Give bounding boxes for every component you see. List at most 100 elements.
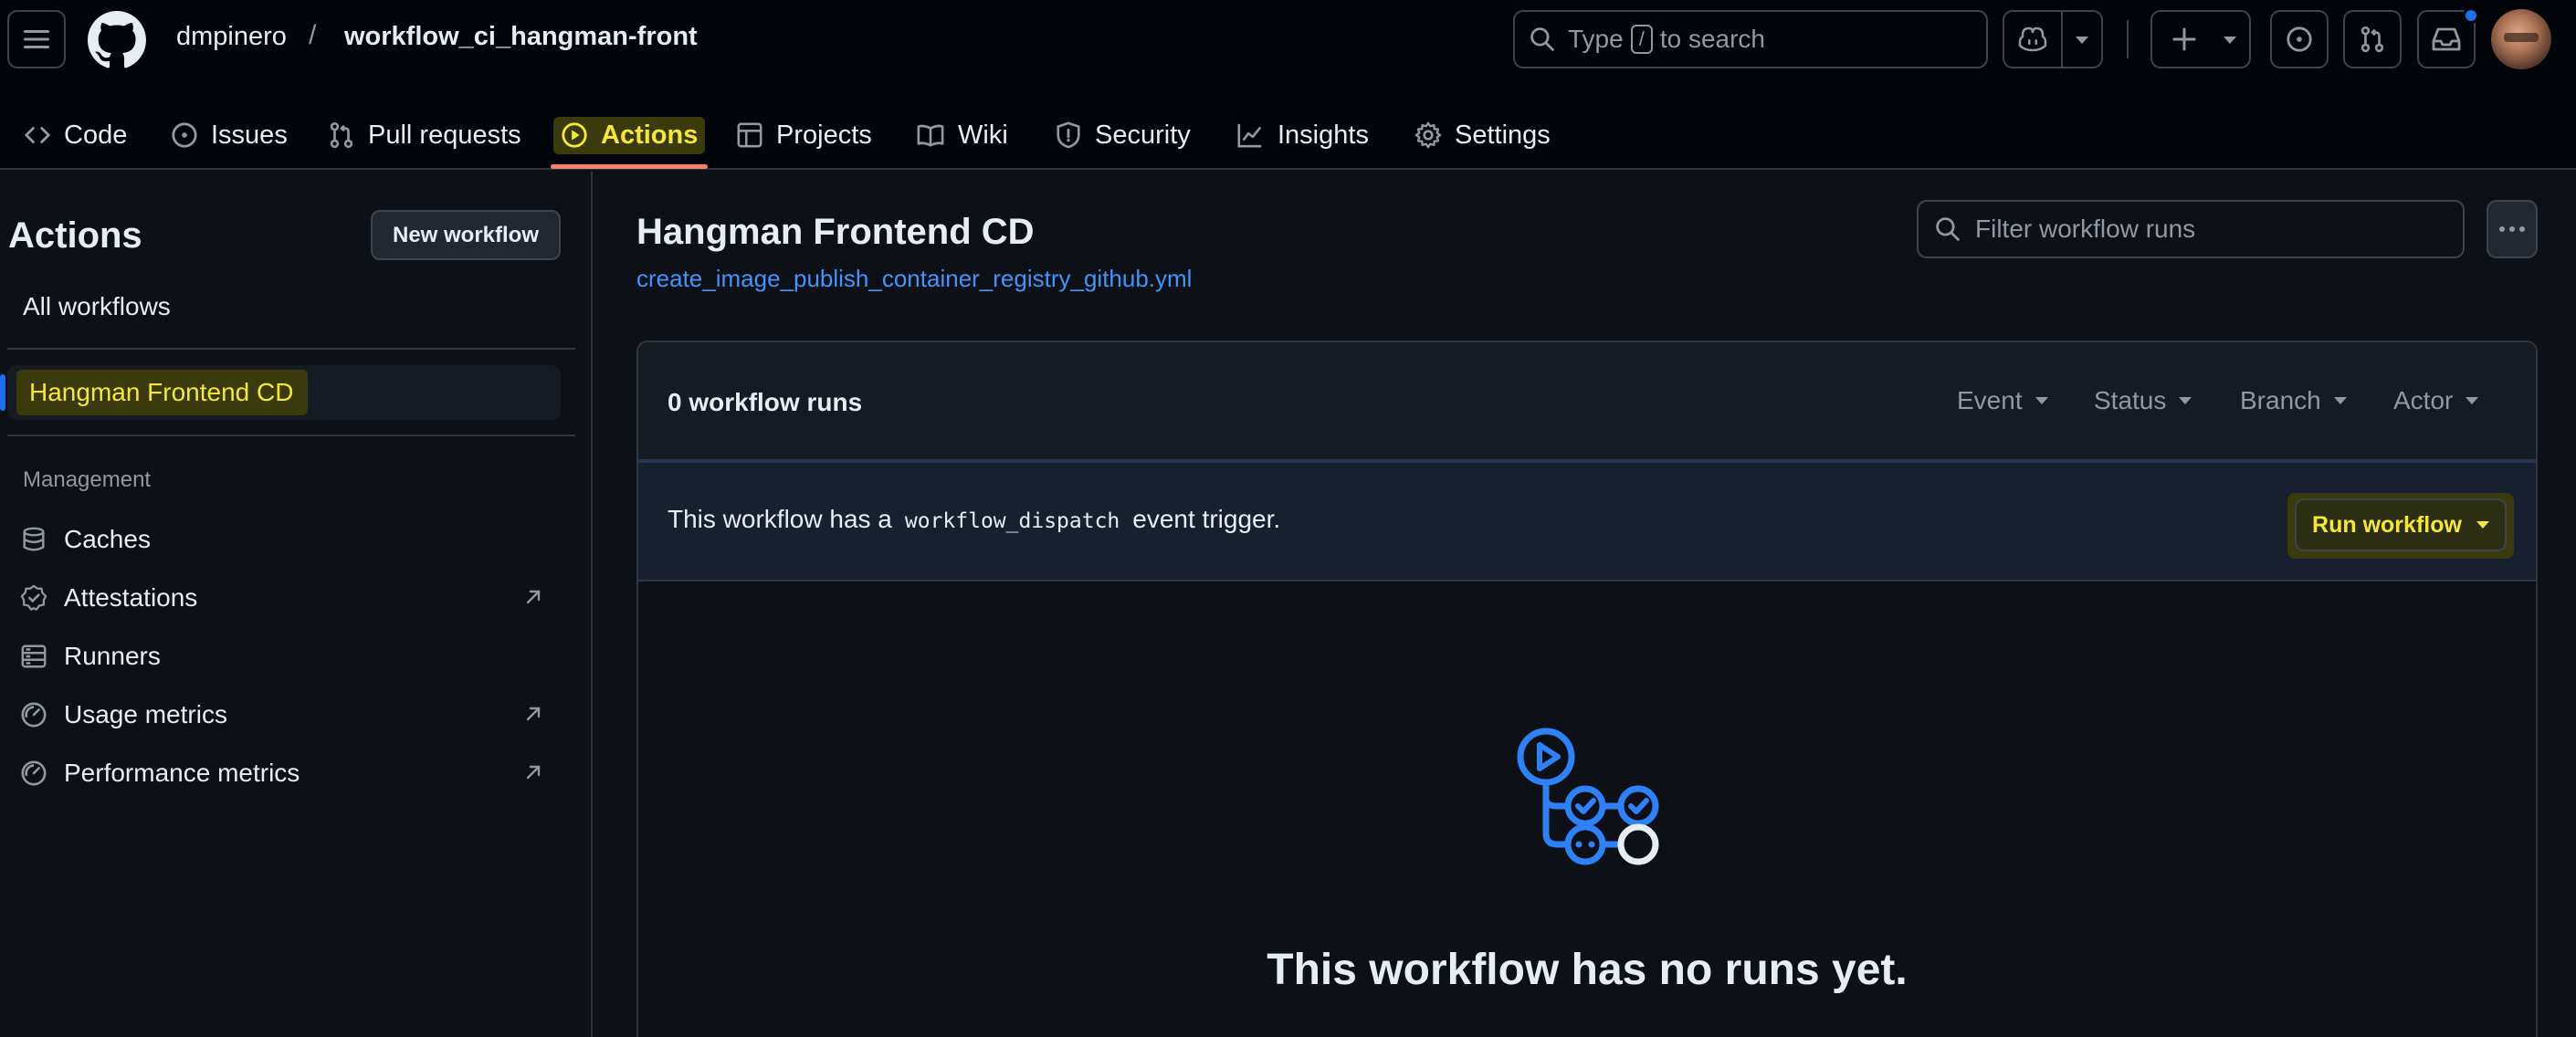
sidebar-item-usage-metrics[interactable]: Usage metrics bbox=[20, 692, 550, 738]
run-workflow-highlight: Run workflow bbox=[2287, 493, 2514, 559]
graph-icon bbox=[1237, 123, 1262, 148]
tab-projects-label: Projects bbox=[776, 120, 872, 150]
your-pull-requests-button[interactable] bbox=[2343, 10, 2402, 68]
your-issues-button[interactable] bbox=[2270, 10, 2329, 68]
unread-notification-dot bbox=[2463, 7, 2479, 24]
event-filter-label: Event bbox=[1957, 386, 2023, 414]
search-shortcut-key: / bbox=[1630, 25, 1653, 54]
tab-security[interactable]: Security bbox=[1055, 100, 1191, 170]
breadcrumb-separator: / bbox=[309, 20, 317, 50]
code-icon bbox=[25, 127, 50, 143]
copilot-chevron-down-icon[interactable] bbox=[2076, 37, 2088, 44]
meter-icon bbox=[21, 760, 47, 786]
tab-code[interactable]: Code bbox=[24, 100, 127, 170]
search-icon bbox=[1530, 27, 1554, 51]
user-avatar[interactable] bbox=[2491, 9, 2551, 69]
search-suffix: to search bbox=[1659, 25, 1765, 53]
sidebar-item-label: Runners bbox=[64, 642, 161, 670]
chevron-down-icon bbox=[2035, 397, 2048, 404]
copilot-divider bbox=[2061, 12, 2063, 67]
top-header: dmpinero / workflow_ci_hangman-front Typ… bbox=[0, 0, 2576, 170]
tab-pull-requests[interactable]: Pull requests bbox=[328, 100, 521, 170]
run-workflow-label: Run workflow bbox=[2312, 511, 2462, 538]
status-filter-dropdown[interactable]: Status bbox=[2094, 386, 2192, 415]
tab-settings[interactable]: Settings bbox=[1414, 100, 1551, 170]
sidebar-item-label: Performance metrics bbox=[64, 759, 300, 787]
shield-icon bbox=[1057, 121, 1080, 149]
search-prefix: Type bbox=[1568, 25, 1624, 53]
run-workflow-button[interactable]: Run workflow bbox=[2295, 498, 2507, 551]
status-filter-label: Status bbox=[2094, 386, 2167, 414]
more-options-button[interactable] bbox=[2487, 200, 2538, 258]
global-search-input[interactable]: Type / to search bbox=[1513, 10, 1988, 68]
link-external-icon bbox=[526, 707, 541, 721]
issue-opened-icon bbox=[2287, 26, 2312, 52]
active-item-indicator bbox=[0, 374, 5, 411]
workflow-dispatch-banner: This workflow has a workflow_dispatch ev… bbox=[638, 461, 2536, 581]
tab-insights-label: Insights bbox=[1277, 120, 1369, 150]
header-separator bbox=[2127, 20, 2129, 58]
event-filter-dropdown[interactable]: Event bbox=[1957, 386, 2048, 415]
active-tab-underline bbox=[551, 164, 708, 169]
git-pull-request-icon bbox=[2360, 26, 2384, 53]
tab-wiki[interactable]: Wiki bbox=[916, 100, 1008, 170]
tab-issues[interactable]: Issues bbox=[171, 100, 288, 170]
dispatch-event-code: workflow_dispatch bbox=[904, 509, 1120, 533]
sidebar-item-label: Hangman Frontend CD bbox=[16, 370, 309, 415]
sidebar-item-hangman-frontend-cd[interactable]: Hangman Frontend CD bbox=[0, 365, 561, 420]
runs-count: 0 workflow runs bbox=[668, 388, 863, 416]
filter-workflow-runs-input[interactable]: Filter workflow runs bbox=[1917, 200, 2465, 258]
runs-header: 0 workflow runs Event Status Branch Acto… bbox=[638, 342, 2536, 461]
tab-settings-label: Settings bbox=[1455, 120, 1551, 150]
tab-projects[interactable]: Projects bbox=[736, 100, 872, 170]
create-new-button[interactable] bbox=[2150, 10, 2251, 68]
actions-sidebar: Actions New workflow All workflows Hangm… bbox=[0, 172, 592, 1037]
verified-icon bbox=[20, 584, 47, 611]
link-external-icon bbox=[526, 590, 541, 604]
header-row: dmpinero / workflow_ci_hangman-front Typ… bbox=[0, 0, 2576, 82]
gear-icon bbox=[1414, 121, 1442, 149]
tab-pull-requests-label: Pull requests bbox=[368, 120, 521, 150]
dispatch-text-before: This workflow has a bbox=[668, 505, 892, 533]
kebab-horizontal-icon bbox=[2499, 226, 2525, 232]
sidebar-title: Actions bbox=[8, 215, 142, 256]
search-icon bbox=[1936, 217, 1960, 241]
tab-security-label: Security bbox=[1095, 120, 1191, 150]
sidebar-item-caches[interactable]: Caches bbox=[20, 517, 550, 562]
inbox-icon bbox=[2432, 27, 2461, 51]
workflow-title: Hangman Frontend CD bbox=[636, 212, 1035, 252]
chevron-down-icon bbox=[2333, 397, 2347, 404]
new-workflow-button[interactable]: New workflow bbox=[371, 210, 561, 260]
tab-issues-label: Issues bbox=[211, 120, 288, 150]
sidebar-item-attestations[interactable]: Attestations bbox=[20, 575, 550, 621]
workflow-empty-state-icon bbox=[1517, 728, 1659, 865]
copilot-button[interactable] bbox=[2003, 10, 2103, 68]
sidebar-item-all-workflows[interactable]: All workflows bbox=[23, 292, 171, 321]
sidebar-item-runners[interactable]: Runners bbox=[20, 634, 550, 679]
sidebar-border bbox=[591, 172, 593, 1037]
chevron-down-icon bbox=[2466, 397, 2479, 404]
menu-button[interactable] bbox=[7, 10, 66, 68]
tab-actions-highlight: Actions bbox=[553, 116, 706, 154]
git-pull-request-icon bbox=[330, 121, 353, 149]
sidebar-divider bbox=[7, 435, 575, 436]
sidebar-item-performance-metrics[interactable]: Performance metrics bbox=[20, 750, 550, 796]
breadcrumb-owner-link[interactable]: dmpinero bbox=[176, 22, 287, 52]
tab-insights[interactable]: Insights bbox=[1235, 100, 1369, 170]
tab-actions[interactable]: Actions bbox=[553, 100, 706, 170]
database-icon bbox=[23, 527, 45, 551]
chevron-down-icon bbox=[2179, 397, 2192, 404]
sidebar-divider bbox=[7, 348, 575, 350]
hamburger-icon bbox=[24, 30, 49, 48]
plus-icon bbox=[2172, 27, 2196, 51]
breadcrumb-repo-link[interactable]: workflow_ci_hangman-front bbox=[344, 22, 698, 52]
meter-icon bbox=[21, 702, 47, 728]
sidebar-item-label: Caches bbox=[64, 525, 151, 553]
workflow-file-link[interactable]: create_image_publish_container_registry_… bbox=[636, 265, 1192, 293]
play-icon bbox=[562, 122, 587, 148]
filter-placeholder: Filter workflow runs bbox=[1975, 215, 2196, 243]
actor-filter-dropdown[interactable]: Actor bbox=[2393, 386, 2479, 415]
github-logo-icon[interactable] bbox=[88, 11, 146, 69]
chevron-down-icon bbox=[2476, 521, 2489, 529]
branch-filter-dropdown[interactable]: Branch bbox=[2240, 386, 2347, 415]
